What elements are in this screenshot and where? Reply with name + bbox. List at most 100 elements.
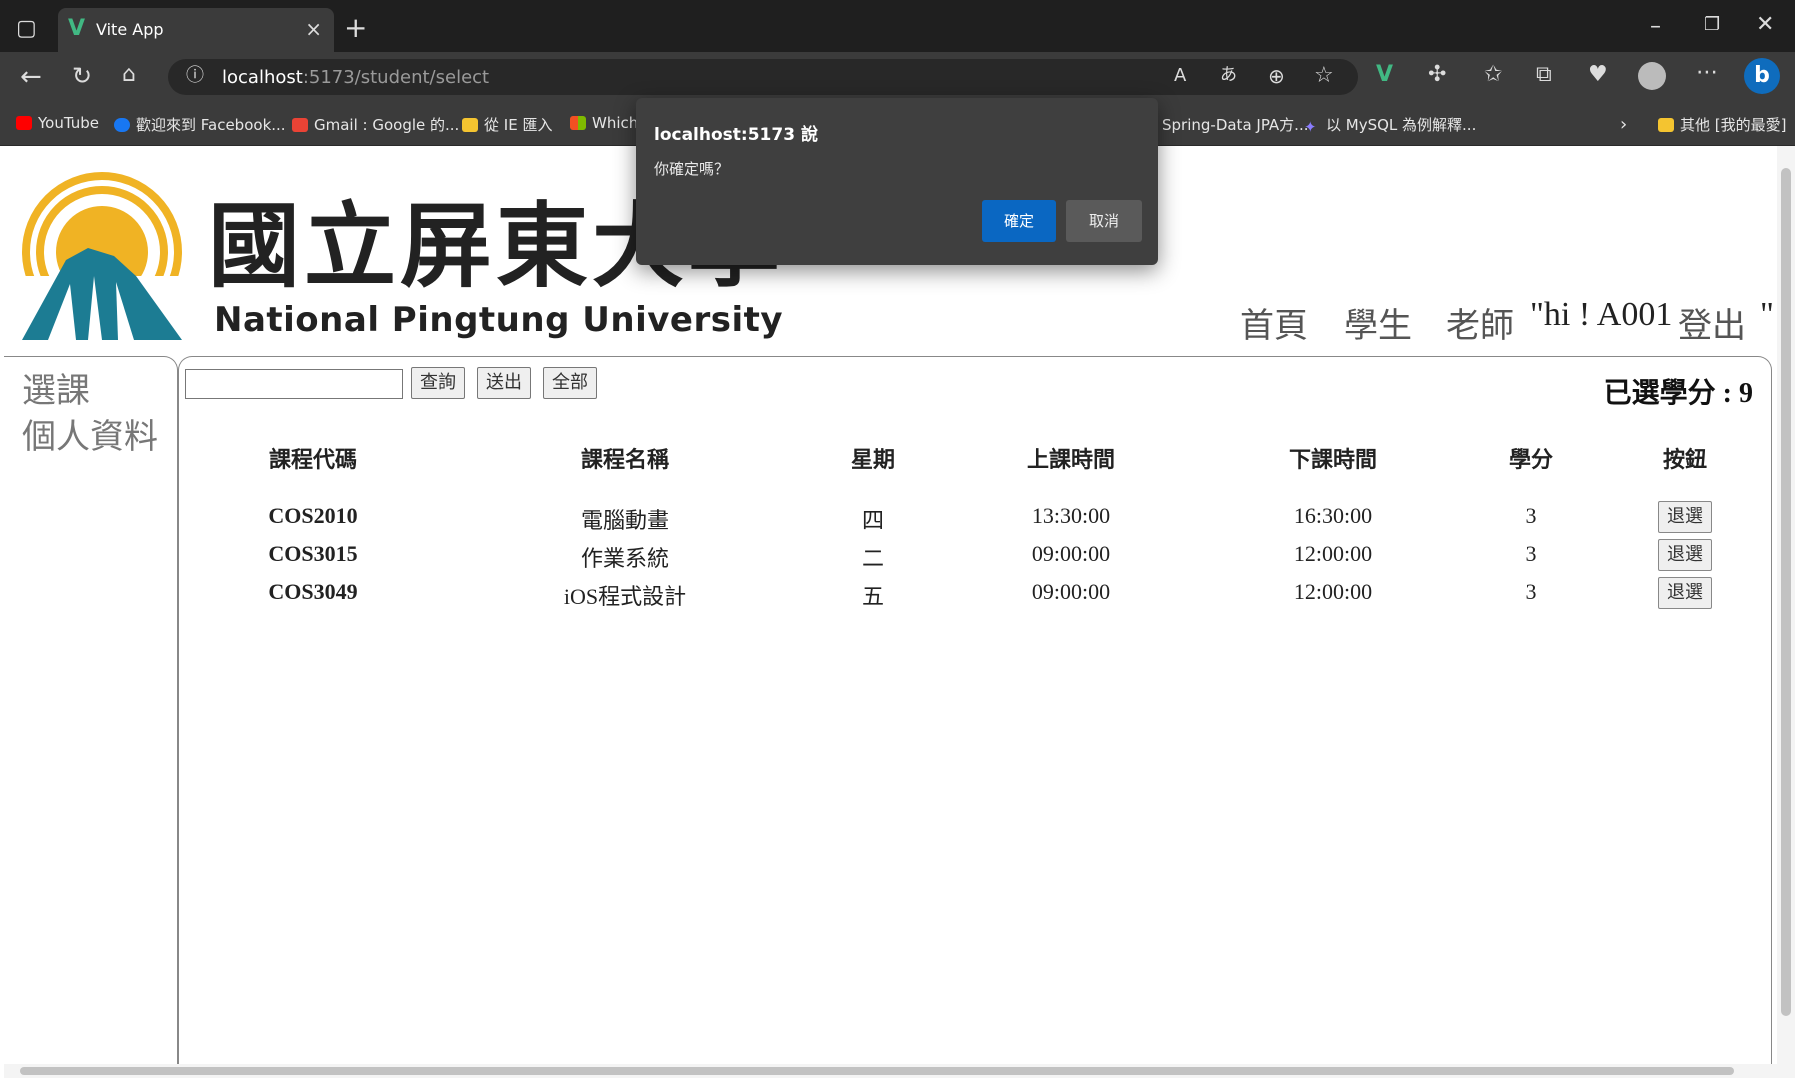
horizontal-scrollbar-thumb[interactable] <box>20 1067 1734 1075</box>
column-header-code: 課程代碼 <box>268 448 358 473</box>
table-cell-end: 12:00:00 <box>1293 541 1373 566</box>
table-cell-end: 12:00:00 <box>1293 579 1373 604</box>
table-cell-end: 16:30:00 <box>1293 503 1373 528</box>
table-cell-start: 13:30:00 <box>1031 503 1111 528</box>
restore-icon[interactable]: ❐ <box>1704 16 1720 34</box>
health-icon[interactable]: ♥ <box>1588 64 1608 86</box>
confirm-ok-button[interactable]: 確定 <box>982 200 1056 242</box>
column-header-start: 上課時間 <box>1026 448 1116 473</box>
profile-avatar-icon[interactable] <box>1638 62 1666 90</box>
column-header-action: 按鈕 <box>1662 448 1708 473</box>
tab-actions-icon[interactable]: ▢ <box>16 18 37 40</box>
dialog-title: localhost:5173 說 <box>654 125 818 145</box>
browser-toolbar: ← ↻ ⌂ ⓘ localhost:5173/student/select A … <box>0 52 1795 102</box>
bookmark-facebook[interactable]: 歡迎來到 Facebook... <box>114 114 286 135</box>
bookmark-label: 從 IE 匯入 <box>484 116 553 134</box>
youtube-icon <box>16 116 32 130</box>
bookmark-label: Gmail : Google 的... <box>314 116 460 134</box>
extensions-icon[interactable]: ✣ <box>1428 64 1446 86</box>
table-cell-start: 09:00:00 <box>1031 579 1111 604</box>
submit-button[interactable]: 送出 <box>477 367 531 399</box>
folder-icon <box>462 118 478 132</box>
gmail-icon <box>292 118 308 132</box>
greeting-text: "hi ! A001 <box>1530 296 1673 333</box>
tab-title: Vite App <box>96 20 164 39</box>
dialog-message: 你確定嗎？ <box>654 160 730 178</box>
browser-tab[interactable]: V Vite App × <box>58 8 334 52</box>
new-tab-icon[interactable]: + <box>344 14 367 42</box>
table-cell-day: 二 <box>861 546 885 571</box>
sidebar-item-profile[interactable]: 個人資料 <box>22 409 158 458</box>
vertical-scrollbar[interactable] <box>1777 146 1795 1064</box>
table-cell-code: COS2010 <box>268 503 358 528</box>
bing-copilot-icon[interactable]: b <box>1744 58 1780 94</box>
table-cell-day: 四 <box>861 508 885 533</box>
column-header-day: 星期 <box>850 448 896 473</box>
vite-favicon-icon: V <box>68 16 86 41</box>
address-bar[interactable]: ⓘ localhost:5173/student/select A あ ⊕ ☆ <box>168 59 1358 95</box>
more-menu-icon[interactable]: ⋯ <box>1696 62 1718 84</box>
table-cell-name: 作業系統 <box>580 546 670 571</box>
site-info-icon[interactable]: ⓘ <box>186 67 204 85</box>
column-header-end: 下課時間 <box>1288 448 1378 473</box>
vue-devtools-icon[interactable]: V <box>1376 64 1393 86</box>
bookmark-other-favorites[interactable]: 其他 [我的最愛] <box>1658 114 1786 135</box>
bookmark-label: Spring-Data JPA方... <box>1162 116 1309 134</box>
column-header-name: 課程名稱 <box>580 448 670 473</box>
bookmark-gmail[interactable]: Gmail : Google 的... <box>292 114 459 135</box>
table-cell-credit: 3 <box>1525 541 1537 566</box>
url-text: localhost:5173/student/select <box>222 67 489 88</box>
search-input[interactable] <box>185 369 403 399</box>
confirm-cancel-button[interactable]: 取消 <box>1066 200 1142 242</box>
column-header-credit: 學分 <box>1508 448 1554 473</box>
bookmark-mysql[interactable]: ✦ 以 MySQL 為例解釋... <box>1304 114 1477 136</box>
greeting-trailing-quote: " <box>1760 296 1774 333</box>
bookmark-ie-import[interactable]: 從 IE 匯入 <box>462 114 552 135</box>
favorite-star-icon[interactable]: ☆ <box>1314 65 1334 87</box>
table-cell-code: COS3015 <box>268 541 358 566</box>
vertical-scrollbar-thumb[interactable] <box>1781 168 1791 1016</box>
bookmark-label: 以 MySQL 為例解釋... <box>1326 116 1477 134</box>
zoom-icon[interactable]: ⊕ <box>1268 66 1285 86</box>
drop-course-button[interactable]: 退選 <box>1658 501 1712 533</box>
drop-course-button[interactable]: 退選 <box>1658 539 1712 571</box>
home-icon[interactable]: ⌂ <box>122 64 136 86</box>
bookmark-spring-data[interactable]: Spring-Data JPA方... <box>1162 114 1308 135</box>
bookmark-label: 其他 [我的最愛] <box>1680 116 1787 134</box>
table-cell-code: COS3049 <box>268 579 358 604</box>
table-cell-name: iOS程式設計 <box>563 584 687 609</box>
selected-credits: 已選學分 : 9 <box>1603 378 1753 409</box>
minimize-icon[interactable]: – <box>1650 16 1661 38</box>
tab-bar: ▢ V Vite App × + – ❐ ✕ <box>0 8 1795 52</box>
favorites-icon[interactable]: ✩ <box>1484 64 1502 86</box>
drop-course-button[interactable]: 退選 <box>1658 577 1712 609</box>
query-button[interactable]: 查詢 <box>411 367 465 399</box>
bookmark-which[interactable]: Which <box>570 114 638 132</box>
back-icon[interactable]: ← <box>20 64 42 90</box>
refresh-icon[interactable]: ↻ <box>72 64 92 88</box>
read-aloud-icon[interactable]: A <box>1174 67 1186 85</box>
folder-icon <box>1658 118 1674 132</box>
horizontal-scrollbar[interactable] <box>4 1064 1795 1078</box>
show-all-button[interactable]: 全部 <box>543 367 597 399</box>
nav-student-link[interactable]: 學生 <box>1344 298 1412 347</box>
nav-teacher-link[interactable]: 老師 <box>1446 298 1514 347</box>
bookmarks-overflow-icon[interactable]: › <box>1620 114 1627 135</box>
university-logo <box>18 172 186 346</box>
facebook-icon <box>114 118 130 132</box>
url-host: localhost <box>222 67 303 88</box>
sidebar-item-course-selection[interactable]: 選課 <box>22 363 90 412</box>
close-window-icon[interactable]: ✕ <box>1756 14 1774 36</box>
logout-link[interactable]: 登出 <box>1678 298 1746 347</box>
sparkle-icon: ✦ <box>1304 118 1317 136</box>
collections-icon[interactable]: ⧉ <box>1536 64 1552 86</box>
bookmark-youtube[interactable]: YouTube <box>16 114 99 132</box>
close-tab-icon[interactable]: × <box>305 17 322 41</box>
bookmark-label: YouTube <box>38 114 99 132</box>
confirm-dialog: localhost:5173 說 你確定嗎？ 確定 取消 <box>636 98 1158 265</box>
table-cell-credit: 3 <box>1525 579 1537 604</box>
translate-icon[interactable]: あ <box>1220 67 1237 84</box>
nav-home-link[interactable]: 首頁 <box>1240 298 1308 347</box>
table-cell-day: 五 <box>861 584 885 609</box>
main-content: 查詢 送出 全部 已選學分 : 9 課程代碼 課程名稱 星期 上課時間 下課時間… <box>178 356 1772 1064</box>
